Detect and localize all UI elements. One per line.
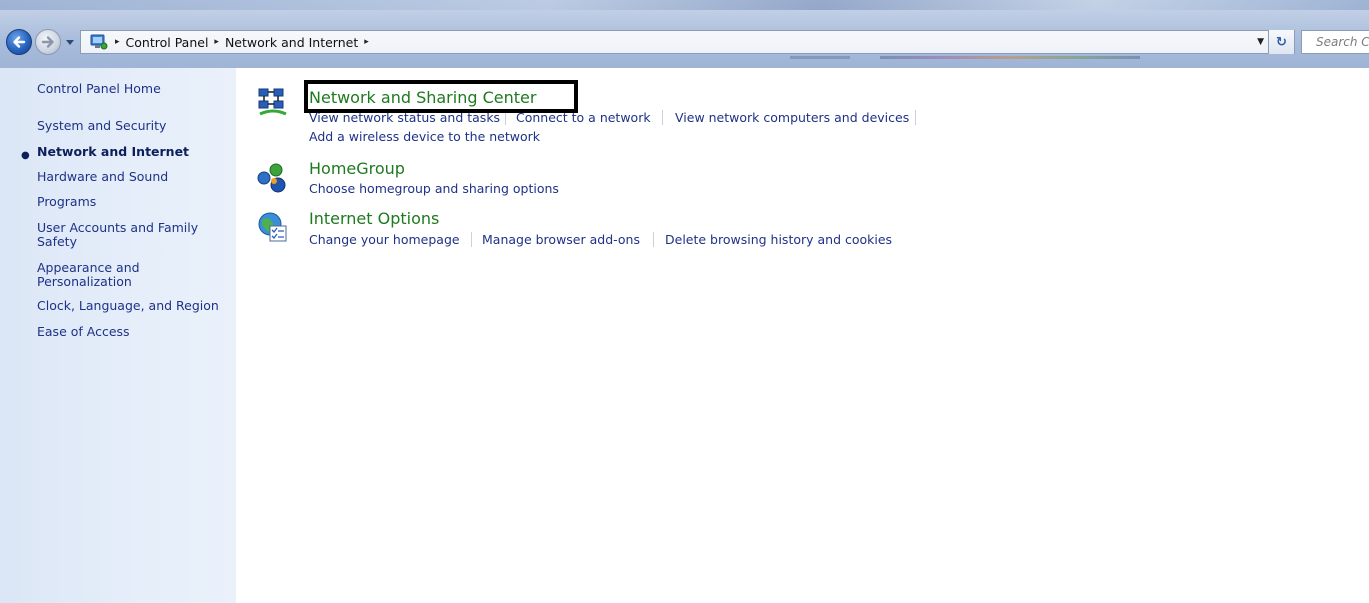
network-sharing-icon[interactable] <box>256 86 290 120</box>
manage-browser-addons-link[interactable]: Manage browser add-ons <box>482 232 640 247</box>
link-separator <box>915 110 916 125</box>
choose-homegroup-options-link[interactable]: Choose homegroup and sharing options <box>309 181 559 196</box>
link-separator <box>653 232 654 247</box>
breadcrumb-separator[interactable]: ▸ <box>115 37 120 47</box>
sidebar-item-programs[interactable]: Programs <box>37 195 96 209</box>
search-input[interactable]: Search C <box>1301 30 1369 54</box>
search-placeholder: Search C <box>1316 35 1369 49</box>
sidebar-item-clock-language-region[interactable]: Clock, Language, and Region <box>37 299 219 313</box>
highlight-annotation-box <box>304 80 578 113</box>
active-item-bullet: ● <box>21 150 30 161</box>
back-arrow-icon <box>13 36 26 48</box>
internet-options-icon[interactable] <box>256 210 290 244</box>
breadcrumb-separator[interactable]: ▸ <box>364 37 369 47</box>
sidebar-item-ease-of-access[interactable]: Ease of Access <box>37 325 130 339</box>
homegroup-icon[interactable] <box>256 161 290 195</box>
sidebar-item-network-and-internet[interactable]: Network and Internet <box>37 145 189 159</box>
address-history-dropdown-icon[interactable]: ▼ <box>1257 37 1264 47</box>
sidebar-item-user-accounts-and-family-safety[interactable]: User Accounts and Family Safety <box>37 221 212 249</box>
view-network-computers-link[interactable]: View network computers and devices <box>675 110 909 125</box>
forward-arrow-icon <box>41 36 54 48</box>
link-separator <box>662 110 663 125</box>
breadcrumb-separator[interactable]: ▸ <box>214 37 219 47</box>
sidebar-item-hardware-and-sound[interactable]: Hardware and Sound <box>37 170 168 184</box>
internet-options-link[interactable]: Internet Options <box>309 209 439 228</box>
breadcrumb-control-panel[interactable]: Control Panel <box>126 35 209 50</box>
homegroup-link[interactable]: HomeGroup <box>309 159 405 178</box>
control-panel-icon <box>90 34 108 50</box>
address-bar[interactable]: ▸ Control Panel ▸ Network and Internet ▸… <box>80 30 1295 54</box>
breadcrumb-network-and-internet[interactable]: Network and Internet <box>225 35 358 50</box>
forward-button[interactable] <box>35 29 61 55</box>
delete-browsing-history-link[interactable]: Delete browsing history and cookies <box>665 232 892 247</box>
back-button[interactable] <box>6 29 32 55</box>
add-wireless-device-link[interactable]: Add a wireless device to the network <box>309 129 540 144</box>
link-separator <box>471 232 472 247</box>
change-homepage-link[interactable]: Change your homepage <box>309 232 460 247</box>
window-titlebar: ▸ Control Panel ▸ Network and Internet ▸… <box>0 0 1369 68</box>
recent-pages-dropdown-icon[interactable] <box>65 37 75 47</box>
sidebar-item-system-and-security[interactable]: System and Security <box>37 119 166 133</box>
control-panel-home-link[interactable]: Control Panel Home <box>37 82 161 96</box>
refresh-icon: ↻ <box>1276 34 1287 50</box>
refresh-button[interactable]: ↻ <box>1268 30 1294 54</box>
sidebar-item-appearance-and-personalization[interactable]: Appearance and Personalization <box>37 261 157 289</box>
